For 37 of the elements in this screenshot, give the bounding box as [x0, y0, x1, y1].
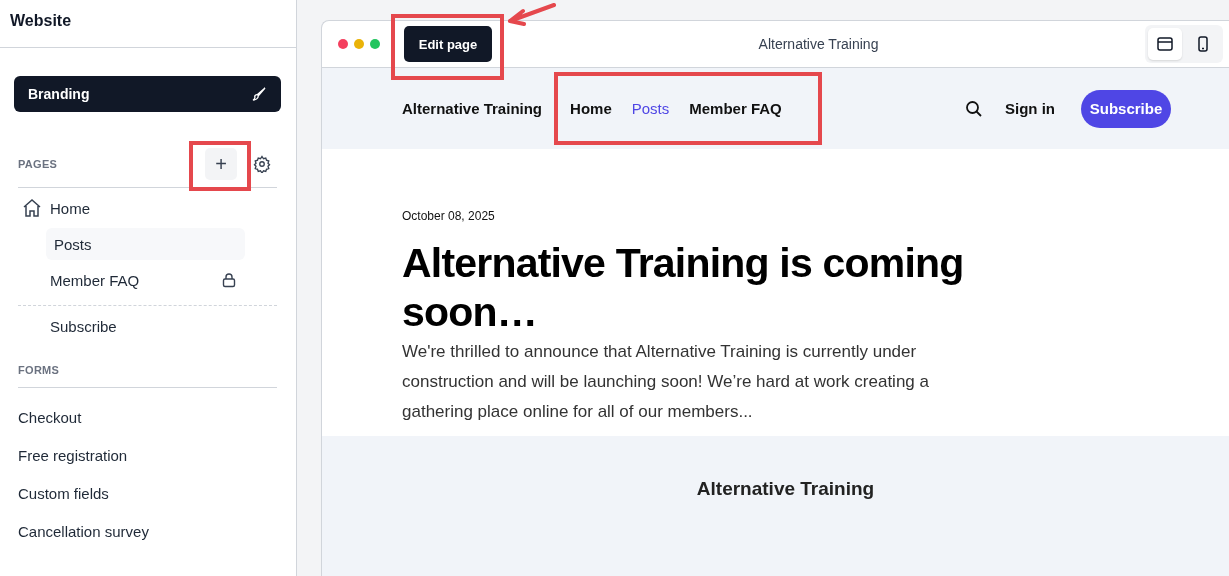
- footer-brand: Alternative Training: [696, 478, 875, 501]
- desktop-view-button[interactable]: [1148, 28, 1182, 60]
- sign-in-link[interactable]: Sign in: [1005, 100, 1055, 117]
- page-label: Home: [50, 199, 91, 217]
- settings-icon[interactable]: [253, 155, 271, 173]
- subscribe-button[interactable]: Subscribe: [1081, 89, 1171, 128]
- nav-link[interactable]: Member FAQ: [689, 100, 782, 117]
- page-label: Member FAQ: [50, 271, 141, 289]
- page-label: Posts: [54, 235, 93, 253]
- section-heading: PAGES: [18, 158, 59, 170]
- nav-link[interactable]: Home: [570, 100, 612, 117]
- page-item[interactable]: Member FAQ: [18, 264, 245, 296]
- home-icon: [22, 198, 42, 218]
- section-heading: FORMS: [18, 364, 61, 376]
- sidebar-title: Website: [10, 11, 72, 30]
- edit-page-button[interactable]: Edit page: [404, 26, 492, 62]
- add-page-button[interactable]: +: [205, 148, 237, 180]
- post-date: October 08, 2025: [402, 209, 496, 223]
- form-item[interactable]: Custom fields: [18, 484, 296, 503]
- page-item[interactable]: Home: [18, 192, 245, 224]
- page-item[interactable]: Posts: [46, 228, 245, 260]
- post-headline: Alternative Training is coming soon…: [402, 239, 965, 337]
- desktop-icon: [1156, 35, 1174, 53]
- form-item[interactable]: Checkout: [18, 408, 296, 427]
- lock-icon: [221, 272, 237, 288]
- form-item[interactable]: Cancellation survey: [18, 522, 296, 541]
- post-excerpt: We're thrilled to announce that Alternative Training is currently under construction and will be launching soon! We’re hard at work creating a gathering place online for all of our members...: [402, 341, 930, 423]
- page-label: Subscribe: [50, 317, 118, 335]
- preview-title: Alternative Training: [757, 36, 880, 52]
- search-icon[interactable]: [965, 99, 983, 118]
- window-controls-icon: [338, 39, 380, 49]
- form-item[interactable]: Free registration: [18, 446, 296, 465]
- nav-link[interactable]: Posts: [631, 100, 670, 117]
- brush-icon: [251, 86, 267, 102]
- site-brand[interactable]: Alternative Training: [402, 100, 543, 117]
- branding-button[interactable]: Branding: [14, 76, 281, 112]
- page-item[interactable]: Subscribe: [18, 310, 245, 342]
